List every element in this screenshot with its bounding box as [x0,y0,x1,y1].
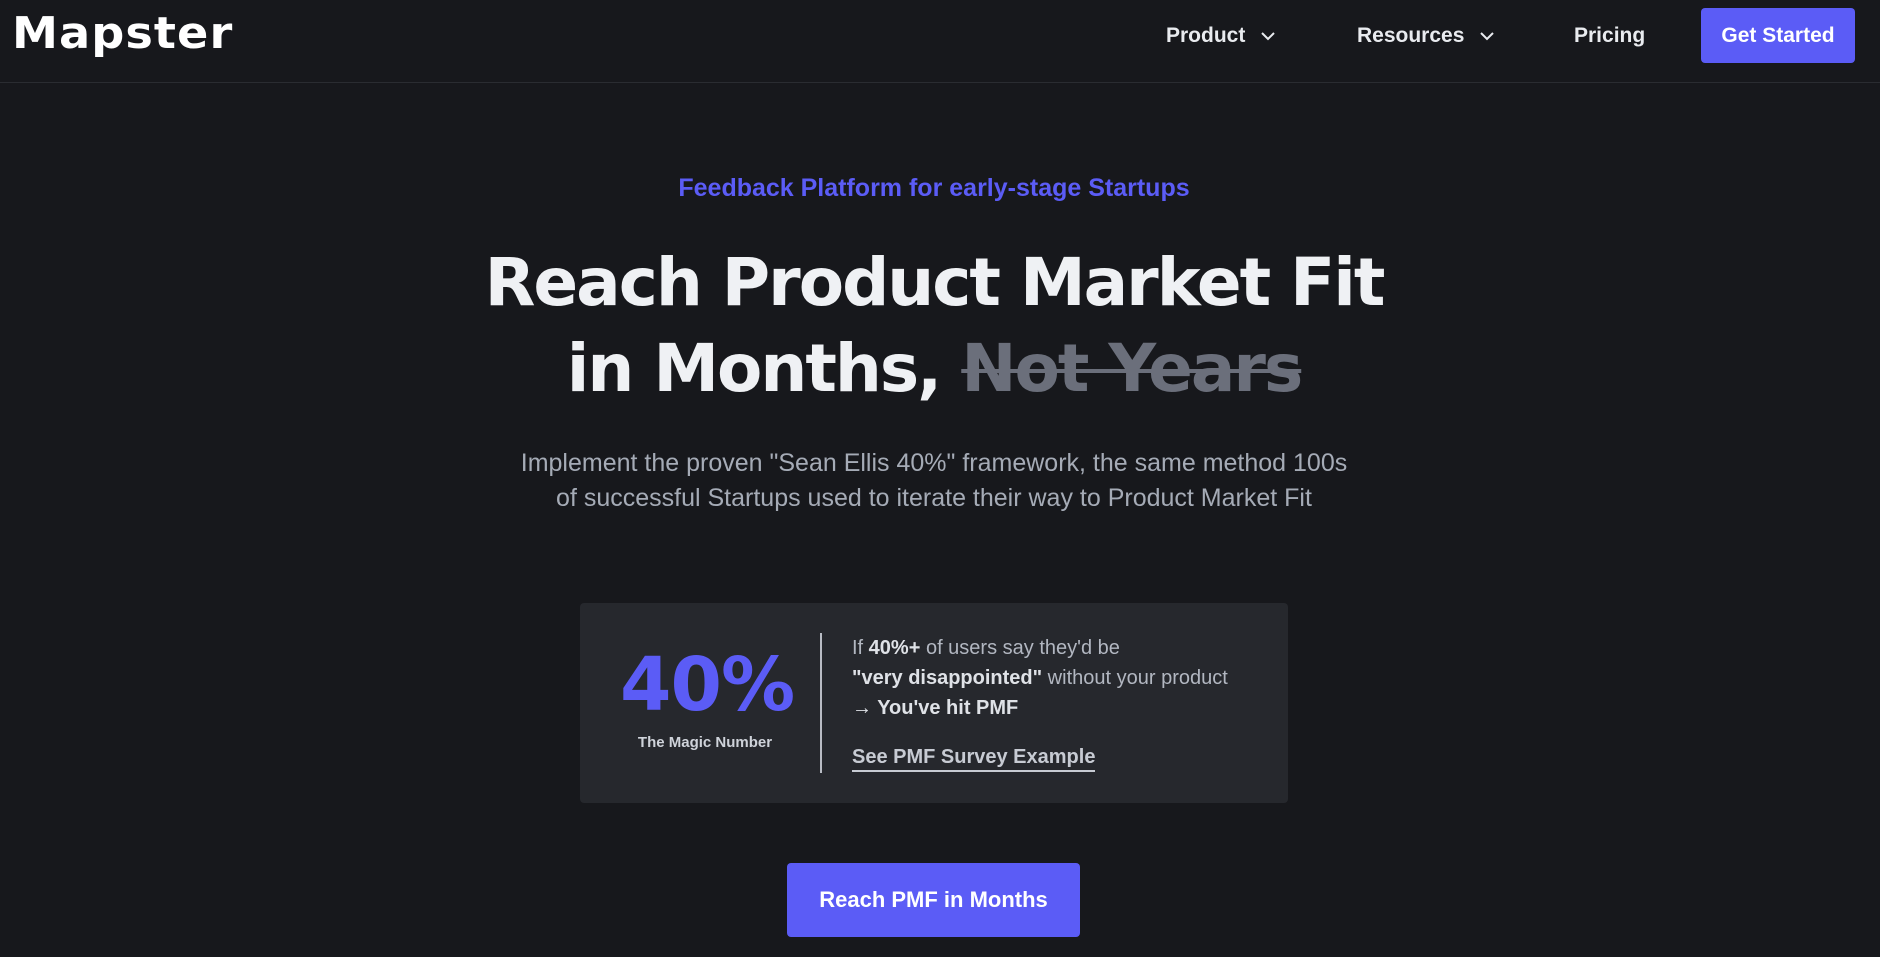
pmf-line-2: "very disappointed" without your product [852,663,1272,693]
hero-eyebrow: Feedback Platform for early-stage Startu… [678,174,1190,202]
chevron-down-icon [1480,32,1495,41]
nav-item-label: Resources [1357,24,1465,47]
pmf-line-1: If 40%+ of users say they'd be [852,633,1272,663]
pmf-description: If 40%+ of users say they'd be "very dis… [852,633,1272,723]
get-started-button[interactable]: Get Started [1701,8,1855,63]
nav-item-resources[interactable]: Resources [1357,20,1496,52]
logo[interactable]: Mapster [12,10,233,58]
reach-pmf-button[interactable]: Reach PMF in Months [787,863,1080,937]
see-pmf-survey-link[interactable]: See PMF Survey Example [852,744,1096,772]
card-divider [820,633,822,773]
pmf-line-2-suffix: without your product [1042,667,1228,689]
top-nav-bar: Mapster Product Resources Pricing Get St… [0,0,1880,83]
pmf-line-3-bold: → You've hit PMF [852,697,1019,719]
hero-headline: Reach Product Market Fit in Months, Not … [0,240,1868,412]
nav-item-product[interactable]: Product [1166,20,1277,52]
pmf-line-1-suffix: of users say they'd be [920,637,1120,659]
nav-item-label: Pricing [1574,24,1646,47]
headline-line-1: Reach Product Market Fit [484,244,1386,321]
nav-item-pricing[interactable]: Pricing [1574,20,1645,52]
pmf-line-3: → You've hit PMF [852,693,1272,723]
pmf-line-1-bold: 40%+ [868,637,921,659]
pmf-line-2-bold: "very disappointed" [852,667,1043,689]
pmf-info-card: 40% The Magic Number If 40%+ of users sa… [580,603,1288,803]
chevron-down-icon [1261,32,1276,41]
headline-strikethrough: Not Years [961,330,1303,407]
magic-number-caption: The Magic Number [637,734,773,751]
headline-line-2: in Months, [566,330,942,407]
magic-number: 40% [620,642,795,728]
nav-item-label: Product [1166,24,1246,47]
pmf-line-1-prefix: If [852,637,869,659]
hero-subtext: Implement the proven "Sean Ellis 40%" fr… [520,449,1348,512]
